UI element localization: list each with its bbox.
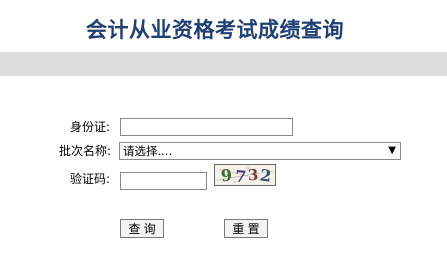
chevron-down-icon[interactable]: ▼ [388,143,396,159]
header-band [0,52,447,76]
batch-select[interactable]: 请选择.... ▼ [119,142,401,160]
page-title: 会计从业资格考试成绩查询 [86,17,344,42]
captcha-input[interactable] [120,172,207,190]
captcha-graphic: 9 7 3 2 [215,165,275,185]
svg-text:7: 7 [234,167,247,185]
query-button[interactable]: 查 询 [120,219,164,238]
reset-button[interactable]: 重 置 [224,219,268,238]
svg-text:9: 9 [220,165,233,185]
captcha-image[interactable]: 9 7 3 2 [214,164,276,186]
id-label: 身份证: [70,120,111,134]
svg-text:2: 2 [259,165,272,185]
captcha-label: 验证码: [70,172,111,186]
id-number-input[interactable] [120,118,293,136]
svg-text:3: 3 [247,166,259,185]
batch-select-value: 请选择.... [123,144,173,158]
batch-label: 批次名称: [59,144,112,158]
